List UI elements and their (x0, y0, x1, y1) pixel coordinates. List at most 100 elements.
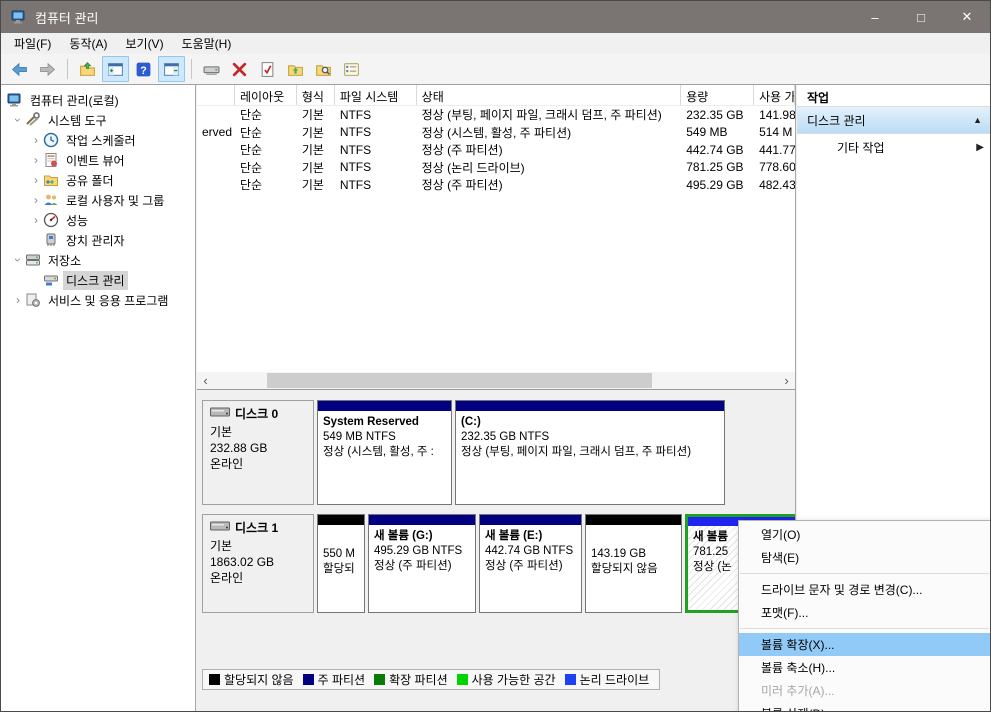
disk-label[interactable]: 디스크 1기본1863.02 GB온라인 (202, 514, 314, 613)
volume-cell: 441.77 (754, 143, 795, 157)
forward-arrow-button[interactable] (34, 56, 61, 82)
partition-unallocated[interactable]: 143.19 GB할당되지 않음 (585, 514, 682, 613)
open-folder-button[interactable] (282, 56, 309, 82)
maximize-button[interactable]: □ (898, 1, 944, 33)
scroll-right-icon[interactable]: › (778, 372, 795, 389)
volume-cell: 단순 (235, 141, 297, 158)
scrollbar-thumb[interactable] (267, 373, 652, 388)
storage-icon (25, 252, 41, 268)
chevron-collapsed-icon[interactable]: › (29, 154, 43, 166)
export-list-button[interactable] (74, 56, 101, 82)
column-header[interactable]: 사용 가 (754, 85, 795, 105)
menubar-item[interactable]: 파일(F) (5, 32, 60, 55)
column-header[interactable]: 상태 (417, 85, 682, 105)
sidebar-item[interactable]: ›성능 (1, 210, 195, 230)
forward-arrow-icon (39, 61, 56, 78)
sidebar-item[interactable]: › 시스템 도구 (1, 110, 195, 130)
console-tree: 컴퓨터 관리(로컬)›시스템 도구›작업 스케줄러›이벤트 뷰어›공유 폴더›로… (1, 85, 196, 711)
back-arrow-button[interactable] (6, 56, 33, 82)
volume-cell: 기본 (297, 176, 335, 193)
sidebar-item[interactable]: ›공유 폴더 (1, 170, 195, 190)
partition[interactable]: 새 볼륨 (E:)442.74 GB NTFS정상 (주 파티션) (479, 514, 582, 613)
menubar-item[interactable]: 보기(V) (116, 32, 172, 55)
minimize-button[interactable]: – (852, 1, 898, 33)
actions-item-more-actions[interactable]: 기타 작업 ▶ (797, 134, 991, 161)
partition[interactable]: 새 볼륨 (G:)495.29 GB NTFS정상 (주 파티션) (368, 514, 476, 613)
context-menu-item[interactable]: 탐색(E) (739, 546, 990, 569)
sidebar-item-label: 서비스 및 응용 프로그램 (45, 291, 171, 310)
legend-swatch (374, 674, 385, 685)
partition-title: 새 볼륨 (E:) (485, 529, 576, 544)
sidebar-item[interactable]: › 저장소 (1, 250, 195, 270)
column-header[interactable]: 용량 (681, 85, 754, 105)
chevron-collapsed-icon[interactable]: › (29, 174, 43, 186)
chevron-expanded-icon[interactable]: › (12, 253, 24, 267)
context-menu-item[interactable]: 드라이브 문자 및 경로 변경(C)... (739, 578, 990, 601)
title-bar: 컴퓨터 관리 – □ ✕ (1, 1, 990, 33)
context-menu-item[interactable]: 포맷(F)... (739, 601, 990, 624)
column-header[interactable] (197, 85, 235, 105)
sidebar-item[interactable]: 컴퓨터 관리(로컬) (1, 90, 195, 110)
chevron-collapsed-icon[interactable]: › (29, 134, 43, 146)
menubar-item[interactable]: 도움말(H) (173, 32, 241, 55)
horizontal-scrollbar[interactable]: ‹ › (197, 372, 795, 389)
partition-line2: 143.19 GB (591, 547, 676, 562)
menubar-item[interactable]: 동작(A) (60, 32, 116, 55)
legend-label: 주 파티션 (318, 671, 366, 688)
scroll-left-icon[interactable]: ‹ (197, 372, 214, 389)
sidebar-item[interactable]: ›작업 스케줄러 (1, 130, 195, 150)
collapse-icon[interactable]: ▲ (973, 115, 982, 125)
volume-row[interactable]: 단순기본NTFS정상 (주 파티션)495.29 GB482.43 (197, 176, 795, 194)
delete-button[interactable] (226, 56, 253, 82)
partition-unallocated[interactable]: 550 M할당되 (317, 514, 365, 613)
volume-cell: 781.25 GB (681, 160, 754, 174)
window-title: 컴퓨터 관리 (35, 8, 98, 27)
close-button[interactable]: ✕ (944, 1, 990, 33)
action-pane-button[interactable] (158, 56, 185, 82)
sidebar-item[interactable]: ›로컬 사용자 및 그룹 (1, 190, 195, 210)
actions-panel-title: 작업 (797, 85, 991, 107)
disk-label[interactable]: 디스크 0기본232.88 GB온라인 (202, 400, 314, 505)
chevron-collapsed-icon[interactable]: › (11, 294, 25, 306)
column-header[interactable]: 레이아웃 (235, 85, 297, 105)
context-menu-item[interactable]: 열기(O) (739, 523, 990, 546)
volume-row[interactable]: erved단순기본NTFS정상 (시스템, 활성, 주 파티션)549 MB51… (197, 124, 795, 142)
sidebar-item[interactable]: ›이벤트 뷰어 (1, 150, 195, 170)
partition-legend: 할당되지 않음주 파티션확장 파티션사용 가능한 공간논리 드라이브 (202, 669, 660, 690)
sidebar-item[interactable]: › 서비스 및 응용 프로그램 (1, 290, 195, 310)
find-button[interactable] (310, 56, 337, 82)
legend-item: 사용 가능한 공간 (457, 671, 556, 688)
sidebar-item-label: 저장소 (45, 251, 84, 270)
disk-button[interactable] (198, 56, 225, 82)
volume-row[interactable]: 단순기본NTFS정상 (부팅, 페이지 파일, 크래시 덤프, 주 파티션)23… (197, 106, 795, 124)
console-tree-button[interactable] (102, 56, 129, 82)
chevron-collapsed-icon[interactable]: › (29, 194, 43, 206)
volume-row[interactable]: 단순기본NTFS정상 (주 파티션)442.74 GB441.77 (197, 141, 795, 159)
back-arrow-icon (11, 61, 28, 78)
context-menu-item[interactable]: 볼륨 삭제(D)... (739, 702, 990, 712)
partition[interactable]: (C:)232.35 GB NTFS정상 (부팅, 페이지 파일, 크래시 덤프… (455, 400, 725, 505)
volume-cell: 141.98 (754, 108, 795, 122)
context-menu-item: 미러 추가(A)... (739, 679, 990, 702)
partition-line3: 할당되 (323, 562, 359, 577)
partition-line2: 442.74 GB NTFS (485, 544, 576, 559)
actions-section-disk-management[interactable]: 디스크 관리 ▲ (797, 107, 991, 134)
volume-row[interactable]: 단순기본NTFS정상 (논리 드라이브)781.25 GB778.60 (197, 159, 795, 177)
help-button[interactable]: ? (130, 56, 157, 82)
column-header[interactable]: 파일 시스템 (335, 85, 417, 105)
partitions: 550 M할당되새 볼륨 (G:)495.29 GB NTFS정상 (주 파티션… (317, 514, 795, 613)
context-menu-item[interactable]: 볼륨 축소(H)... (739, 656, 990, 679)
sidebar-item-label: 시스템 도구 (45, 111, 110, 130)
context-menu-item[interactable]: 볼륨 확장(X)... (739, 633, 990, 656)
column-header[interactable]: 형식 (297, 85, 335, 105)
sidebar-item[interactable]: 장치 관리자 (1, 230, 195, 250)
sidebar-item[interactable]: 디스크 관리 (1, 270, 195, 290)
checklist-button[interactable] (338, 56, 365, 82)
partition-line3: 정상 (주 파티션) (485, 559, 576, 574)
partition[interactable]: System Reserved549 MB NTFS정상 (시스템, 활성, 주… (317, 400, 452, 505)
chevron-expanded-icon[interactable]: › (12, 113, 24, 127)
partition-color-stripe (318, 515, 364, 525)
partition-title: System Reserved (323, 415, 446, 430)
chevron-collapsed-icon[interactable]: › (29, 214, 43, 226)
properties-button[interactable] (254, 56, 281, 82)
